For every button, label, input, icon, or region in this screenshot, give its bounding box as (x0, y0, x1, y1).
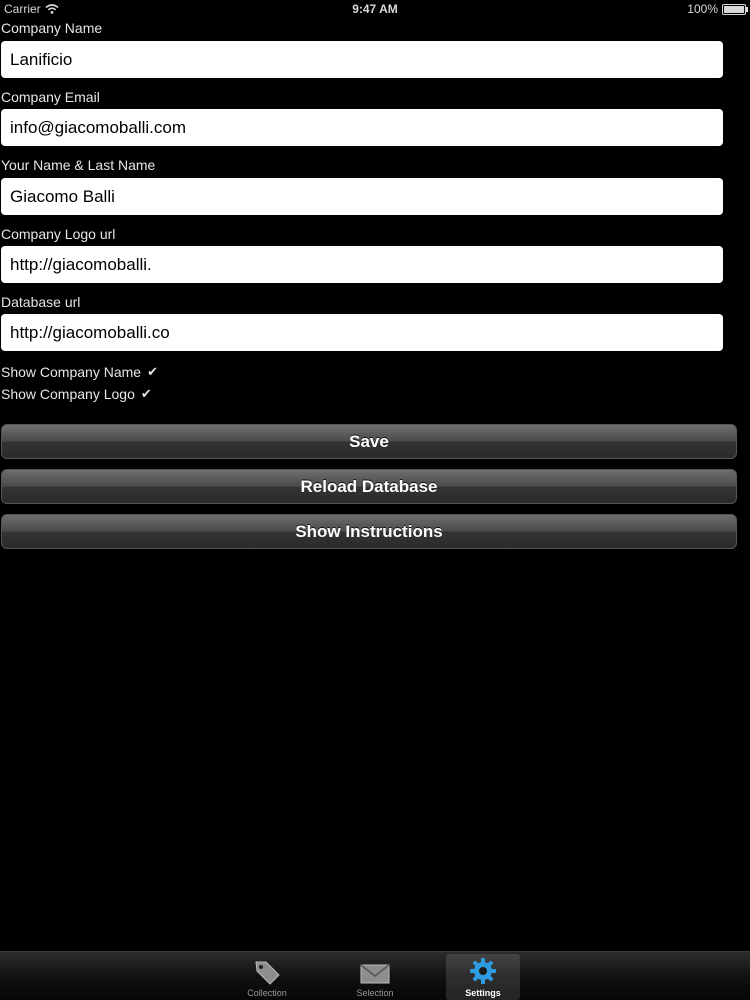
your-name-label: Your Name & Last Name (1, 157, 156, 173)
your-name-input[interactable] (1, 178, 723, 215)
clock: 9:47 AM (352, 2, 398, 16)
show-company-name-label: Show Company Name (1, 364, 142, 380)
tab-selection[interactable]: Selection (338, 954, 412, 1000)
database-url-label: Database url (1, 294, 81, 310)
company-email-label: Company Email (1, 89, 100, 105)
show-company-logo-option[interactable]: Show Company Logo ✔ (1, 386, 152, 402)
battery-icon (722, 3, 748, 15)
logo-url-input[interactable] (1, 246, 723, 283)
battery-percent: 100% (687, 2, 718, 16)
tab-collection-label: Collection (247, 988, 287, 998)
tab-bar: Collection Selection Settings (0, 951, 750, 1000)
tab-selection-label: Selection (356, 988, 394, 998)
settings-screen: Carrier 9:47 AM 100% Company Name Compan… (0, 0, 750, 1000)
tab-collection[interactable]: Collection (230, 954, 304, 1000)
tab-settings[interactable]: Settings (446, 954, 520, 1000)
status-bar: Carrier 9:47 AM 100% (0, 0, 750, 18)
show-company-name-checkbox[interactable]: ✔ (147, 364, 158, 380)
battery-indicator: 100% (687, 2, 748, 16)
company-email-input[interactable] (1, 109, 723, 146)
tag-icon (255, 961, 280, 985)
gear-icon (470, 958, 496, 984)
show-instructions-button[interactable]: Show Instructions (1, 514, 737, 549)
show-company-logo-label: Show Company Logo (1, 386, 135, 402)
show-company-name-option[interactable]: Show Company Name ✔ (1, 364, 158, 380)
envelope-icon (360, 964, 390, 984)
reload-database-button[interactable]: Reload Database (1, 469, 737, 504)
database-url-input[interactable] (1, 314, 723, 351)
company-name-label: Company Name (1, 20, 103, 36)
tab-settings-label: Settings (465, 988, 501, 998)
logo-url-label: Company Logo url (1, 226, 116, 242)
save-button[interactable]: Save (1, 424, 737, 459)
company-name-input[interactable] (1, 41, 723, 78)
show-company-logo-checkbox[interactable]: ✔ (141, 386, 152, 402)
